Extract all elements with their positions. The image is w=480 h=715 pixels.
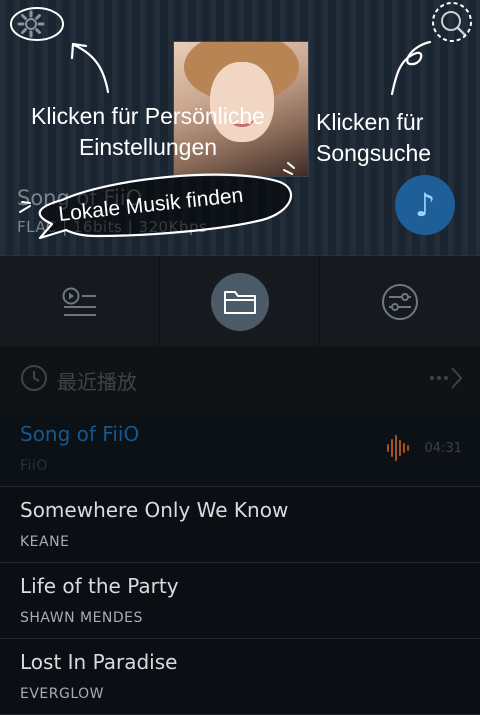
playlist-icon xyxy=(62,287,96,316)
song-row[interactable]: Somewhere Only We Know KEANE xyxy=(0,486,480,563)
playing-waveform-icon xyxy=(387,435,409,461)
song-row[interactable]: Lost In Paradise EVERGLOW xyxy=(0,638,480,715)
song-artist: SHAWN MENDES xyxy=(20,610,143,626)
song-duration: 04:31 xyxy=(424,441,462,456)
recent-title: 最近播放 xyxy=(57,370,137,394)
song-title: Somewhere Only We Know xyxy=(20,498,289,522)
settings-tip-text: Klicken für Persönliche Einstellungen xyxy=(31,103,265,160)
song-artist: EVERGLOW xyxy=(20,686,105,702)
more-chevron-icon[interactable] xyxy=(428,366,464,390)
tab-folder[interactable] xyxy=(160,256,319,347)
tab-playlist[interactable] xyxy=(0,256,159,347)
search-tip-text: Klicken für Songsuche xyxy=(316,109,432,166)
song-title: Lost In Paradise xyxy=(20,650,178,674)
song-artist: FiiO xyxy=(20,458,48,474)
folder-icon xyxy=(223,290,256,314)
song-row[interactable]: Life of the Party SHAWN MENDES xyxy=(0,562,480,639)
song-row-playing[interactable]: Song of FiiO FiiO 04:31 xyxy=(0,410,480,487)
song-title: Song of FiiO xyxy=(20,422,140,446)
folder-tab-highlight xyxy=(210,272,269,331)
tab-equalizer[interactable] xyxy=(320,256,479,347)
tab-bar xyxy=(0,255,480,347)
equalizer-icon xyxy=(381,283,418,320)
song-artist: KEANE xyxy=(20,534,70,550)
clock-icon xyxy=(21,365,47,391)
song-title: Life of the Party xyxy=(20,574,179,598)
